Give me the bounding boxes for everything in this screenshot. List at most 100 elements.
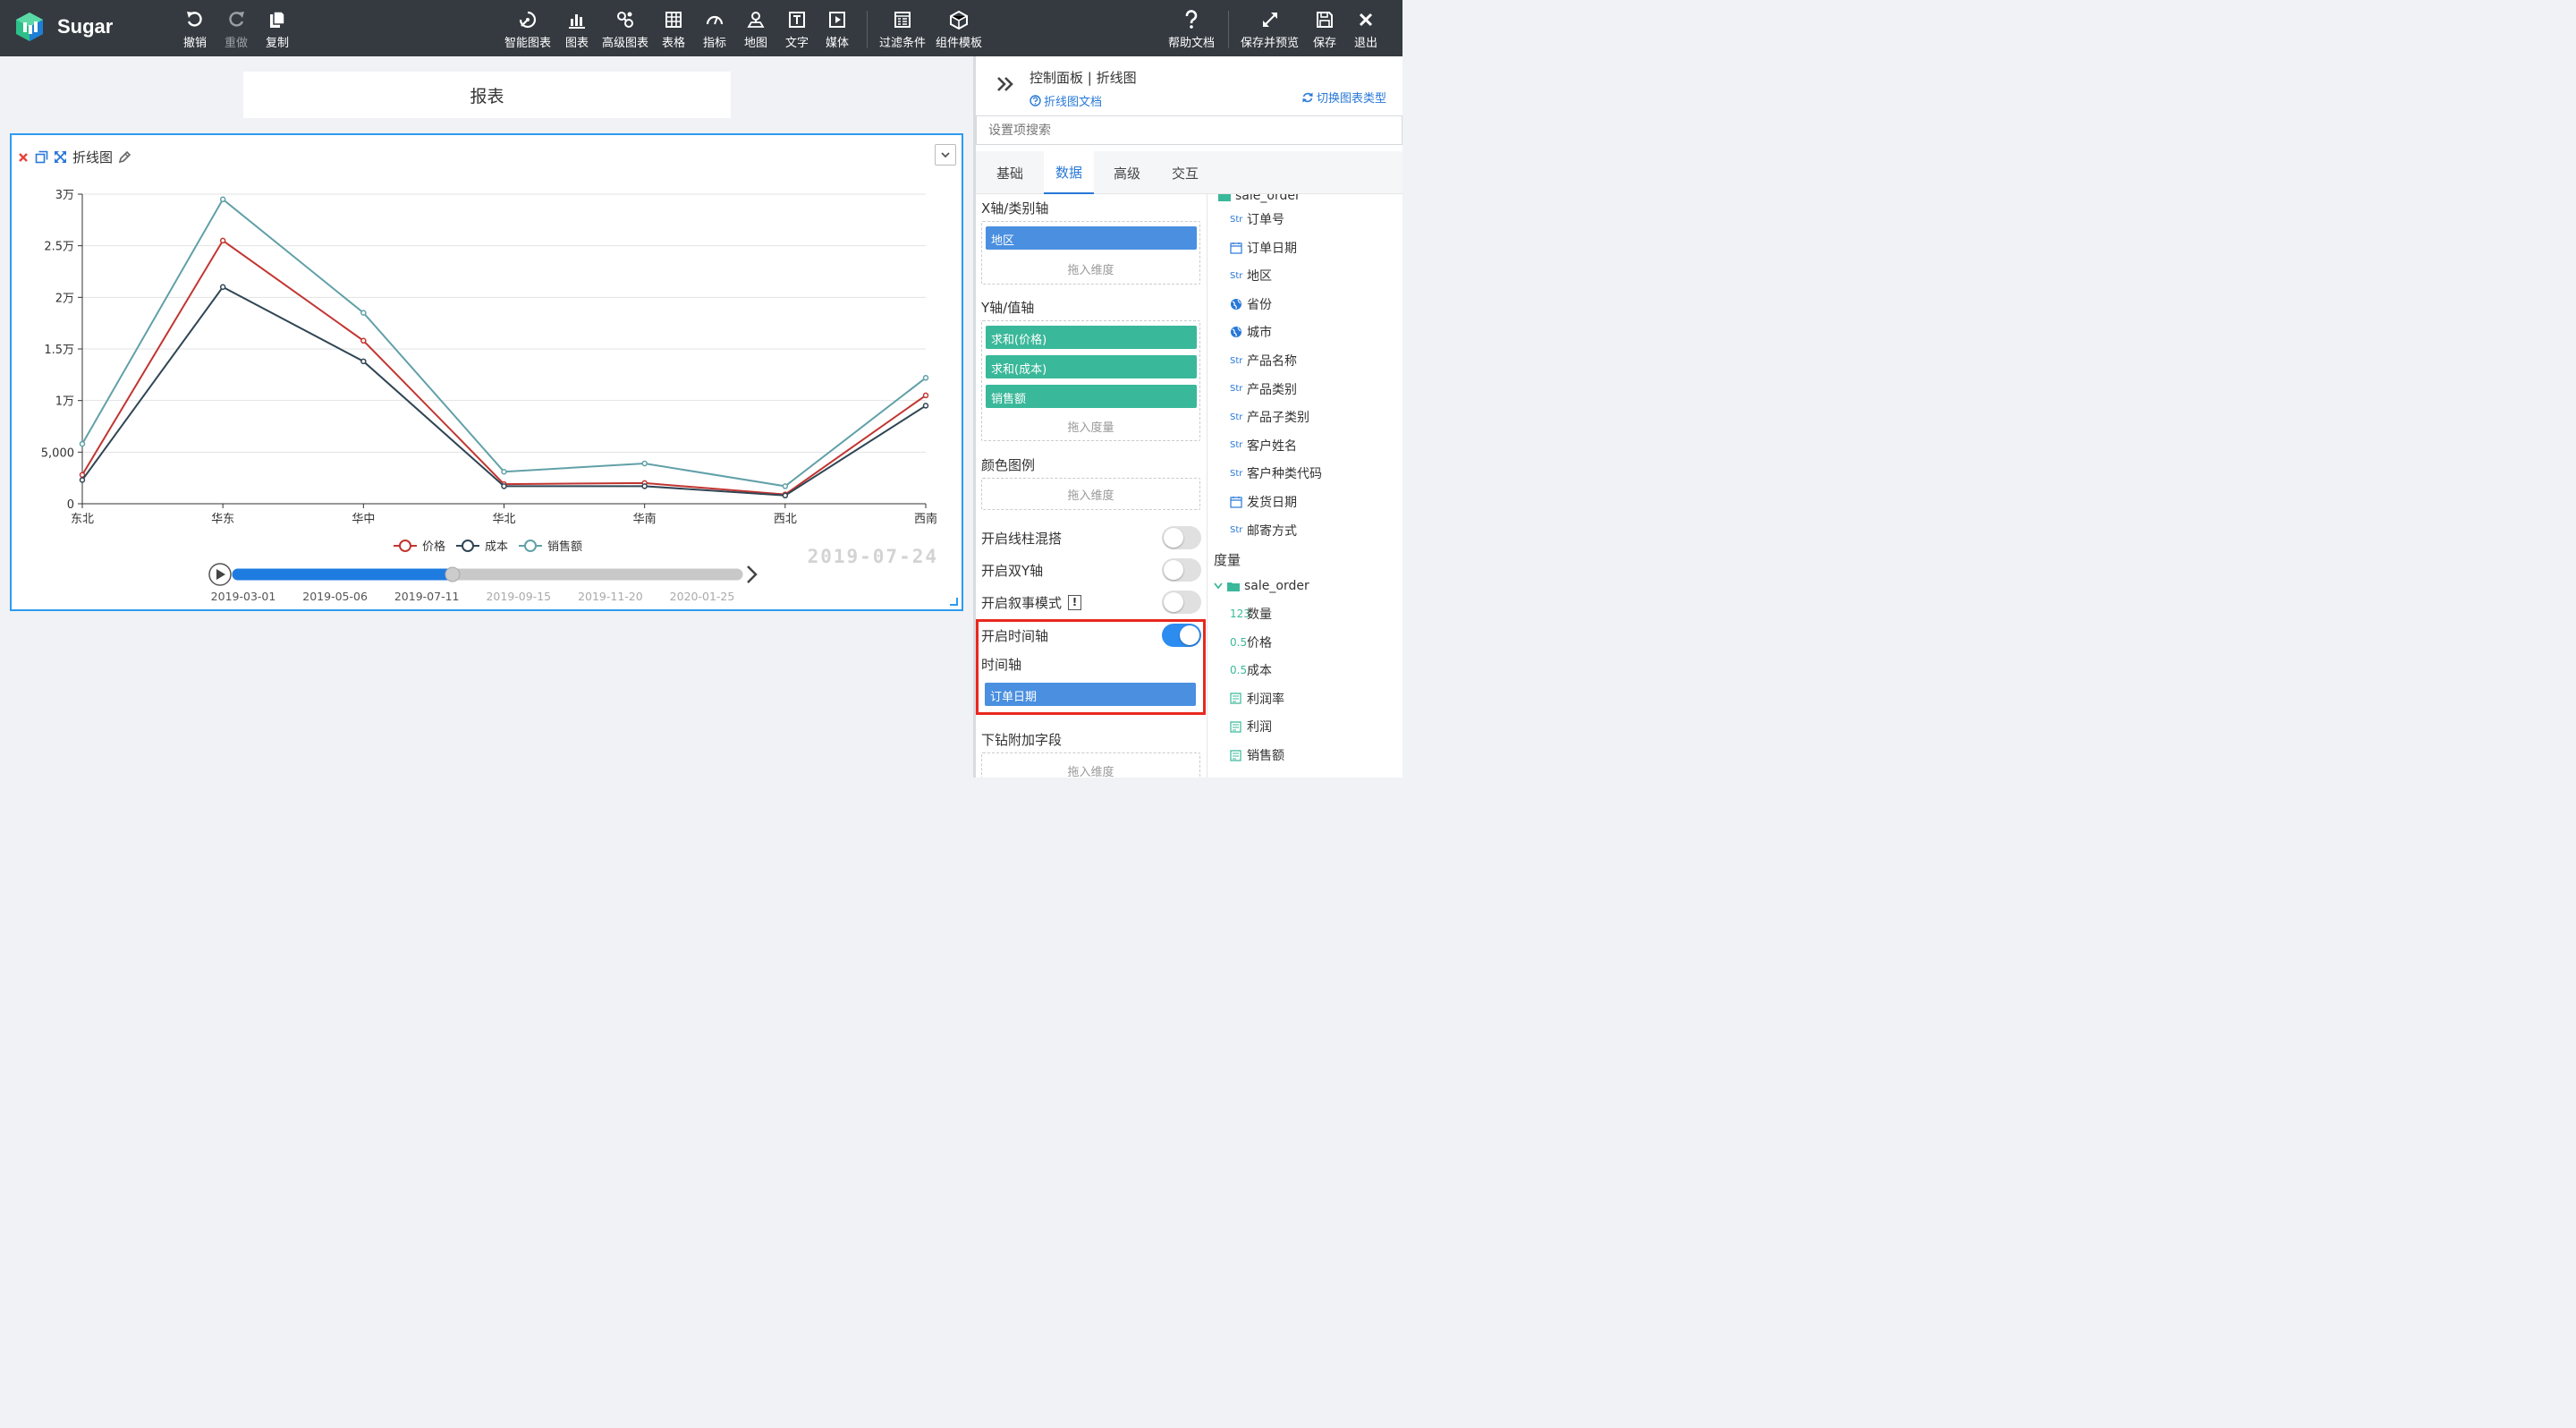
x-axis-field-pill[interactable]: 地区: [986, 226, 1197, 250]
string-type-icon: Str: [1230, 440, 1243, 451]
data-point: [219, 237, 226, 244]
component-template-label: 组件模板: [936, 37, 983, 50]
edit-title-icon[interactable]: [117, 150, 131, 165]
string-type-icon: Str: [1230, 468, 1243, 479]
x-axis-label: X轴/类别轴: [981, 200, 1049, 217]
y-axis-field-pill[interactable]: 求和(价格): [986, 326, 1197, 349]
line-chart-doc-link[interactable]: 折线图文档: [1030, 92, 1102, 109]
field-name: 数量: [1247, 608, 1272, 622]
dimension-field-item[interactable]: 发货日期: [1230, 493, 1297, 511]
field-type-icon: [1230, 749, 1244, 761]
line-bar-combo-label: 开启线柱混搭: [981, 530, 1063, 547]
dual-y-axis-toggle[interactable]: [1162, 558, 1201, 582]
help-docs-button[interactable]: 帮助文档: [1168, 9, 1215, 50]
timeline-next-icon[interactable]: [747, 565, 758, 583]
series-line: [81, 239, 927, 496]
close-icon: [1356, 9, 1376, 30]
copy-button[interactable]: 复制: [266, 9, 289, 50]
string-type-icon: Str: [1230, 525, 1243, 536]
component-template-icon: [949, 9, 969, 30]
double-chevron-right-icon[interactable]: [996, 74, 1015, 98]
y-axis-dropzone[interactable]: 求和(价格) 求和(成本) 销售额 拖入度量: [981, 320, 1200, 441]
dimension-field-item[interactable]: 省份: [1230, 295, 1272, 313]
y-axis-field-pill[interactable]: 销售额: [986, 385, 1197, 408]
text-label: 文字: [785, 37, 809, 50]
undo-button[interactable]: 撤销: [183, 9, 207, 50]
filter-button[interactable]: 过滤条件: [879, 9, 926, 50]
settings-search-input[interactable]: [976, 115, 1402, 145]
line-chart-widget[interactable]: 0 5,000 1万 1.5万 2万 2.5万 3万 东北 华东 华中 华北 华南 西北 西南 价格 成本 销售…: [10, 133, 963, 611]
timeline-handle[interactable]: [445, 566, 461, 582]
help-icon: [1182, 9, 1201, 30]
measure-field-item[interactable]: 利润: [1230, 718, 1272, 735]
color-legend-dropzone[interactable]: 拖入维度: [981, 478, 1200, 510]
drill-dropzone[interactable]: 拖入维度: [981, 752, 1200, 778]
report-canvas: 报表 0 5,000 1万 1.5万 2万 2.5万 3万 东北 华东 华中 华北 华南 西北 西南 价格 成…: [0, 56, 973, 778]
dataset-node[interactable]: sale_order: [1218, 194, 1301, 205]
data-point: [501, 468, 507, 475]
tab-interaction[interactable]: 交互: [1160, 151, 1210, 194]
fullscreen-widget-icon[interactable]: [54, 150, 67, 164]
field-type-icon: [1230, 298, 1244, 310]
x-axis-dropzone[interactable]: 地区 拖入维度: [981, 221, 1200, 285]
dimension-field-item[interactable]: Str 邮寄方式: [1230, 522, 1297, 540]
help-docs-label: 帮助文档: [1168, 37, 1216, 50]
measure-field-item[interactable]: 0.5 价格: [1230, 633, 1272, 651]
measure-dataset-node[interactable]: sale_order: [1214, 577, 1309, 595]
dimension-field-item[interactable]: Str 产品名称: [1230, 352, 1297, 370]
map-button[interactable]: 地图: [744, 9, 767, 50]
narrative-mode-toggle[interactable]: [1162, 591, 1201, 614]
dimension-field-item[interactable]: 城市: [1230, 323, 1272, 341]
smart-chart-button[interactable]: 智能图表: [504, 9, 551, 50]
save-and-preview-button[interactable]: 保存并预览: [1241, 9, 1299, 50]
dimension-field-item[interactable]: Str 客户种类代码: [1230, 464, 1322, 482]
y-axis-field-pill[interactable]: 求和(成本): [986, 355, 1197, 378]
measure-field-item[interactable]: 123 数量: [1230, 605, 1272, 623]
dimension-field-item[interactable]: Str 产品子类别: [1230, 408, 1309, 426]
y-tick-label: 2万: [55, 292, 74, 305]
measure-field-item[interactable]: 销售额: [1230, 746, 1284, 764]
measure-field-item[interactable]: 利润率: [1230, 690, 1284, 708]
table-button[interactable]: 表格: [662, 9, 685, 50]
media-icon: [827, 9, 847, 30]
tab-basic[interactable]: 基础: [985, 151, 1035, 194]
report-title[interactable]: 报表: [243, 72, 731, 118]
text-button[interactable]: 文字: [785, 9, 809, 50]
save-button[interactable]: 保存: [1313, 9, 1336, 50]
color-legend-drop-hint: 拖入维度: [1067, 489, 1114, 503]
dimension-field-item[interactable]: Str 产品类别: [1230, 380, 1297, 398]
resize-handle[interactable]: [950, 598, 958, 606]
duplicate-widget-icon[interactable]: [35, 150, 48, 164]
dimension-field-item[interactable]: Str 订单号: [1230, 210, 1284, 228]
calculated-field-icon: [1230, 721, 1241, 733]
expand-icon: [1260, 9, 1280, 30]
widget-menu-button[interactable]: [935, 144, 956, 166]
media-button[interactable]: 媒体: [826, 9, 849, 50]
field-type-icon: Str: [1230, 384, 1244, 394]
redo-button[interactable]: 重做: [225, 9, 248, 50]
doc-link-label: 折线图文档: [1044, 96, 1103, 109]
dimension-field-item[interactable]: Str 地区: [1230, 267, 1272, 285]
table-label: 表格: [662, 37, 686, 50]
chart-label: 图表: [565, 37, 589, 50]
component-template-button[interactable]: 组件模板: [936, 9, 982, 50]
chart-button[interactable]: 图表: [565, 9, 589, 50]
map-pin-icon: [746, 9, 766, 30]
switch-chart-type-link[interactable]: 切换图表类型: [1301, 89, 1386, 106]
dimension-field-item[interactable]: 订单日期: [1230, 239, 1297, 257]
advanced-chart-button[interactable]: 高级图表: [602, 9, 648, 50]
line-bar-combo-toggle[interactable]: [1162, 526, 1201, 549]
exit-label: 退出: [1354, 37, 1378, 50]
timeline-date-label: 2019-11-20: [578, 590, 643, 603]
delete-widget-icon[interactable]: [17, 151, 30, 164]
measure-field-item[interactable]: 0.5 成本: [1230, 661, 1272, 679]
x-tick-label: 华北: [492, 513, 515, 526]
help-circle-icon: [1030, 95, 1041, 106]
timeline-date-label: 2019-03-01: [211, 590, 276, 603]
tab-advanced[interactable]: 高级: [1102, 151, 1152, 194]
dimension-field-item[interactable]: Str 客户姓名: [1230, 437, 1297, 455]
field-name: 发货日期: [1247, 496, 1297, 510]
exit-button[interactable]: 退出: [1354, 9, 1377, 50]
tab-data[interactable]: 数据: [1044, 151, 1094, 194]
metric-button[interactable]: 指标: [703, 9, 726, 50]
